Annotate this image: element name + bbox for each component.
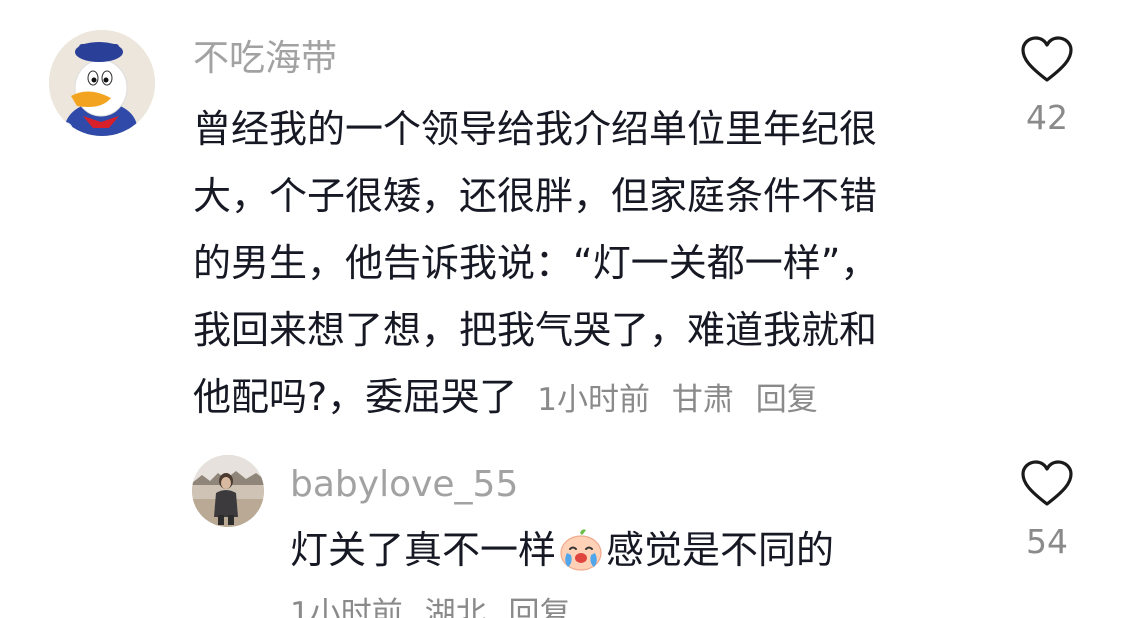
crying-face-emoji-icon [560,529,602,571]
like-count: 42 [1026,98,1068,137]
reply-text-before: 灯关了真不一样 [290,528,557,572]
reply-time: 1小时前 [290,596,403,618]
comment-body: 曾经我的一个领导给我介绍单位里年纪很 大，个子很矮，还很胖，但家庭条件不错 的男… [193,96,973,431]
comment-text-line: 我回来想了想，把我气哭了，难道我就和 [193,308,878,352]
reply-text-after: 感觉是不同的 [606,528,835,572]
reply-button[interactable]: 回复 [508,596,570,618]
heart-icon[interactable] [1020,36,1074,84]
comment-text-tail: 他配吗?，委屈哭了 [193,375,518,419]
donald-duck-avatar-icon [49,30,155,136]
reply-author[interactable]: babylove_55 [290,462,518,508]
like-block: 54 [1017,460,1077,562]
heart-icon[interactable] [1020,460,1074,508]
reply-location: 湖北 [424,596,487,618]
like-block: 42 [1017,36,1077,138]
comment-location: 甘肃 [671,382,734,418]
reply-button[interactable]: 回复 [756,382,818,418]
comment-meta: 1小时前 甘肃 回复 [537,382,829,418]
comment-text-line-last: 他配吗?，委屈哭了 1小时前 甘肃 回复 [193,364,973,431]
avatar[interactable] [192,455,264,527]
like-count: 54 [1026,522,1068,561]
comment-text-line: 大，个子很矮，还很胖，但家庭条件不错 [193,174,878,218]
person-photo-avatar-icon [192,455,264,527]
comment-thread: 不吃海带 曾经我的一个领导给我介绍单位里年纪很 大，个子很矮，还很胖，但家庭条件… [0,0,1125,618]
comment-time: 1小时前 [537,382,650,418]
reply-meta: 1小时前 湖北 回复 [290,594,582,618]
avatar[interactable] [49,30,155,136]
comment-text-line: 的男生，他告诉我说：“灯一关都一样”， [193,241,879,285]
comment-text-line: 曾经我的一个领导给我介绍单位里年纪很 [193,107,878,151]
reply-body: 灯关了真不一样 感觉是不同的 [290,522,834,578]
comment-author[interactable]: 不吃海带 [193,36,337,82]
